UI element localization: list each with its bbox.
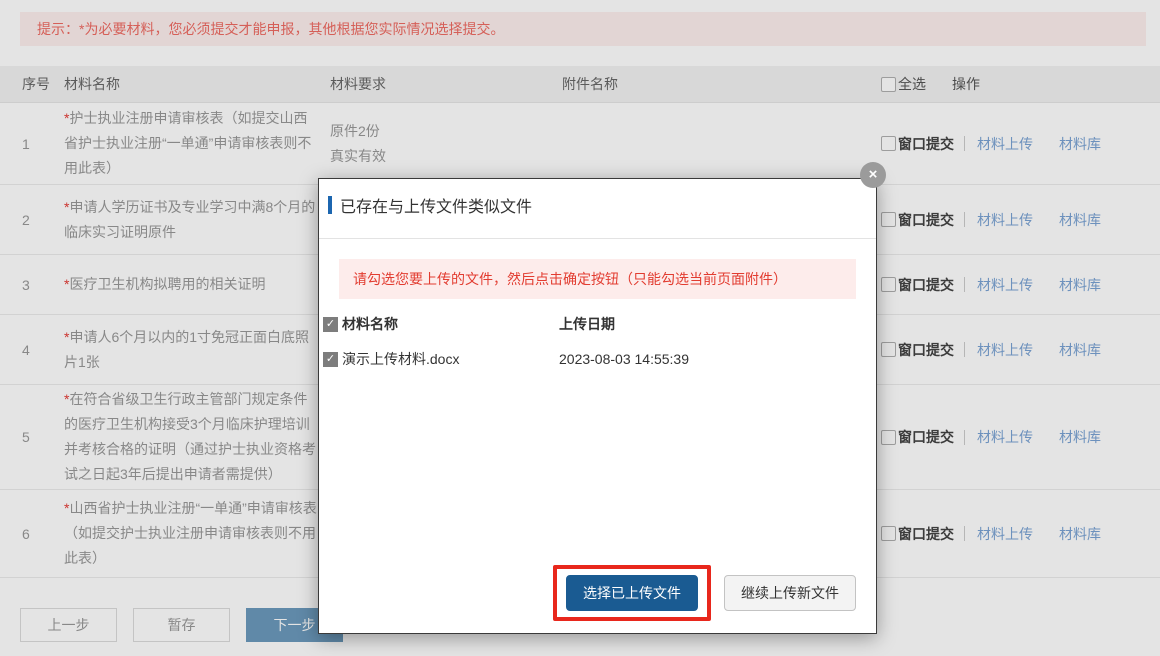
list-header-date: 上传日期 (559, 314, 615, 334)
title-accent-bar (328, 196, 332, 214)
modal-alert-message: 请勾选您要上传的文件，然后点击确定按钮（只能勾选当前页面附件） (339, 259, 856, 299)
modal-title-text: 已存在与上传文件类似文件 (340, 193, 532, 217)
modal-list-header: ✓ 材料名称 上传日期 (323, 314, 856, 334)
list-item-upload-date: 2023-08-03 14:55:39 (559, 351, 689, 367)
checkbox-checked-icon[interactable]: ✓ (323, 317, 338, 332)
modal-title: 已存在与上传文件类似文件 (328, 193, 532, 217)
similar-file-modal: × 已存在与上传文件类似文件 请勾选您要上传的文件，然后点击确定按钮（只能勾选当… (318, 178, 877, 634)
modal-actions: 选择已上传文件 继续上传新文件 (553, 565, 856, 621)
list-header-name: 材料名称 (338, 314, 559, 334)
select-uploaded-file-button[interactable]: 选择已上传文件 (566, 575, 698, 611)
page: 提示：*为必要材料，您必须提交才能申报，其他根据您实际情况选择提交。 序号 材料… (0, 0, 1160, 656)
list-item-filename: 演示上传材料.docx (338, 349, 559, 369)
divider (319, 238, 876, 239)
checkbox-checked-icon[interactable]: ✓ (323, 352, 338, 367)
close-icon[interactable]: × (860, 162, 886, 188)
modal-list-item: ✓ 演示上传材料.docx 2023-08-03 14:55:39 (323, 349, 856, 369)
annotation-highlight-box: 选择已上传文件 (553, 565, 711, 621)
continue-upload-new-file-button[interactable]: 继续上传新文件 (724, 575, 856, 611)
